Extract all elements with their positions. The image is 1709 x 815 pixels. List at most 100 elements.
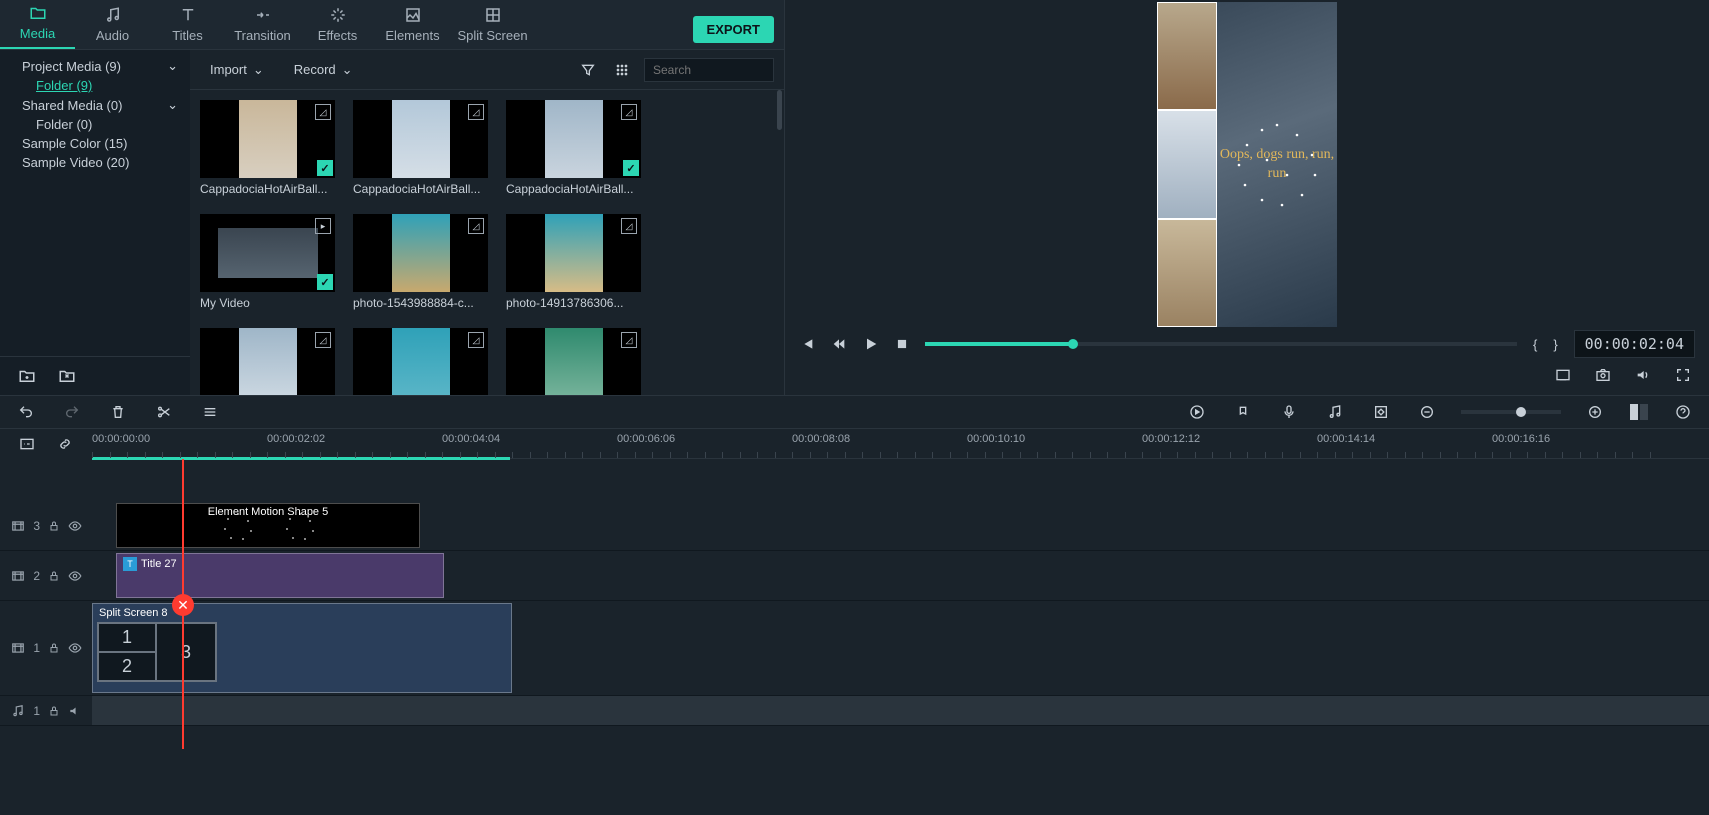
media-thumb[interactable]: ◿	[506, 328, 641, 395]
search-input[interactable]	[644, 58, 774, 82]
delete-button[interactable]	[106, 400, 130, 424]
clip-split-screen-8[interactable]: Split Screen 8 12 3	[92, 603, 512, 693]
playback-progress[interactable]	[925, 342, 1517, 346]
timeline-ruler[interactable]: 00:00:00:0000:00:02:0200:00:04:0400:00:0…	[92, 429, 1709, 459]
preview-slot-main: Oops, dogs run, run, run	[1217, 2, 1337, 327]
track-type-icon	[11, 519, 25, 533]
volume-button[interactable]	[1631, 363, 1655, 387]
zoom-in-button[interactable]	[1583, 400, 1607, 424]
tab-effects[interactable]: Effects	[300, 0, 375, 49]
media-thumb[interactable]: ◿	[353, 328, 488, 395]
preview-slot-3	[1157, 219, 1217, 327]
audio-mixer-button[interactable]	[1323, 400, 1347, 424]
tab-label: Elements	[385, 28, 439, 43]
import-button[interactable]: Import⌄	[200, 58, 274, 82]
lock-icon[interactable]	[48, 520, 60, 532]
tree-folder-0[interactable]: Folder (0)	[4, 115, 186, 134]
lock-icon[interactable]	[48, 642, 60, 654]
add-to-timeline-icon[interactable]: ◿	[315, 104, 331, 120]
timeline-toolbar	[0, 395, 1709, 429]
keyframe-button[interactable]	[1369, 400, 1393, 424]
clip-element-motion[interactable]: Element Motion Shape 5	[116, 503, 420, 548]
timeline: 00:00:00:0000:00:02:0200:00:04:0400:00:0…	[0, 429, 1709, 815]
tab-media[interactable]: Media	[0, 0, 75, 49]
media-browser: Import⌄ Record⌄ ◿✓CappadociaHotAirBall..…	[190, 50, 784, 395]
lock-icon[interactable]	[48, 570, 60, 582]
tab-label: Titles	[172, 28, 203, 43]
tab-audio[interactable]: Audio	[75, 0, 150, 49]
manage-tracks-button[interactable]	[15, 432, 39, 456]
tab-label: Effects	[318, 28, 358, 43]
tree-shared-media[interactable]: Shared Media (0)⌄	[4, 95, 186, 115]
thumb-label: photo-1543988884-c...	[353, 296, 488, 310]
stop-button[interactable]	[895, 337, 909, 351]
clip-title-27[interactable]: TTitle 27	[116, 553, 444, 598]
scrollbar[interactable]	[777, 90, 782, 130]
ruler-mark: 00:00:04:04	[442, 433, 500, 445]
tab-titles[interactable]: Titles	[150, 0, 225, 49]
render-button[interactable]	[1185, 400, 1209, 424]
visibility-icon[interactable]	[68, 641, 82, 655]
play-backward-button[interactable]	[831, 336, 847, 352]
voiceover-button[interactable]	[1277, 400, 1301, 424]
filter-button[interactable]	[576, 58, 600, 82]
visibility-icon[interactable]	[68, 519, 82, 533]
mute-icon[interactable]	[68, 704, 82, 718]
tree-sample-video[interactable]: Sample Video (20)	[4, 153, 186, 172]
timeline-view-toggle[interactable]	[1629, 404, 1649, 420]
tab-elements[interactable]: Elements	[375, 0, 450, 49]
add-to-timeline-icon[interactable]: ◿	[468, 104, 484, 120]
media-thumb[interactable]: ◿✓CappadociaHotAirBall...	[506, 100, 641, 196]
sparkle-icon	[275, 506, 325, 546]
add-to-timeline-icon[interactable]: ◿	[621, 332, 637, 348]
zoom-slider[interactable]	[1461, 410, 1561, 414]
ruler-mark: 00:00:16:16	[1492, 433, 1550, 445]
media-thumb[interactable]: ◿photo-14913786306...	[506, 214, 641, 310]
media-thumb[interactable]: ◿	[200, 328, 335, 395]
link-button[interactable]	[53, 432, 77, 456]
snapshot-button[interactable]	[1591, 363, 1615, 387]
track-type-icon	[11, 704, 25, 718]
media-thumb[interactable]: ▸✓My Video	[200, 214, 335, 310]
edit-tools-button[interactable]	[198, 400, 222, 424]
visibility-icon[interactable]	[68, 569, 82, 583]
record-button[interactable]: Record⌄	[284, 58, 363, 82]
tree-project-media[interactable]: Project Media (9)⌄	[4, 56, 186, 76]
add-to-timeline-icon[interactable]: ◿	[468, 218, 484, 234]
help-button[interactable]	[1671, 400, 1695, 424]
markers-button[interactable]	[1231, 400, 1255, 424]
tree-folder-9[interactable]: Folder (9)	[4, 76, 186, 95]
tab-split-screen[interactable]: Split Screen	[450, 0, 535, 49]
chevron-down-icon: ⌄	[167, 58, 178, 74]
media-thumb[interactable]: ◿CappadociaHotAirBall...	[353, 100, 488, 196]
clip-label: Element Motion Shape 5	[117, 506, 419, 518]
fullscreen-button[interactable]	[1671, 363, 1695, 387]
lock-icon[interactable]	[48, 705, 60, 717]
grid-icon	[484, 6, 502, 24]
new-folder-button[interactable]	[14, 363, 40, 389]
grid-view-button[interactable]	[610, 58, 634, 82]
mark-out-button[interactable]: }	[1553, 337, 1557, 352]
render-preview-button[interactable]	[1551, 363, 1575, 387]
export-button[interactable]: EXPORT	[693, 16, 774, 43]
chevron-down-icon: ⌄	[253, 62, 264, 78]
add-to-timeline-icon[interactable]: ◿	[621, 218, 637, 234]
tree-sample-color[interactable]: Sample Color (15)	[4, 134, 186, 153]
add-to-timeline-icon[interactable]: ◿	[315, 332, 331, 348]
add-to-timeline-icon[interactable]: ▸	[315, 218, 331, 234]
prev-frame-button[interactable]	[799, 336, 815, 352]
redo-button[interactable]	[60, 400, 84, 424]
tab-transition[interactable]: Transition	[225, 0, 300, 49]
undo-button[interactable]	[14, 400, 38, 424]
media-thumb[interactable]: ◿✓CappadociaHotAirBall...	[200, 100, 335, 196]
delete-folder-button[interactable]	[54, 363, 80, 389]
split-button[interactable]	[152, 400, 176, 424]
add-to-timeline-icon[interactable]: ◿	[468, 332, 484, 348]
thumb-label: My Video	[200, 296, 335, 310]
chevron-down-icon: ⌄	[342, 62, 353, 78]
zoom-out-button[interactable]	[1415, 400, 1439, 424]
media-thumb[interactable]: ◿ photo-1543988884-c...	[353, 214, 488, 310]
mark-in-button[interactable]: {	[1533, 337, 1537, 352]
add-to-timeline-icon[interactable]: ◿	[621, 104, 637, 120]
play-button[interactable]	[863, 336, 879, 352]
